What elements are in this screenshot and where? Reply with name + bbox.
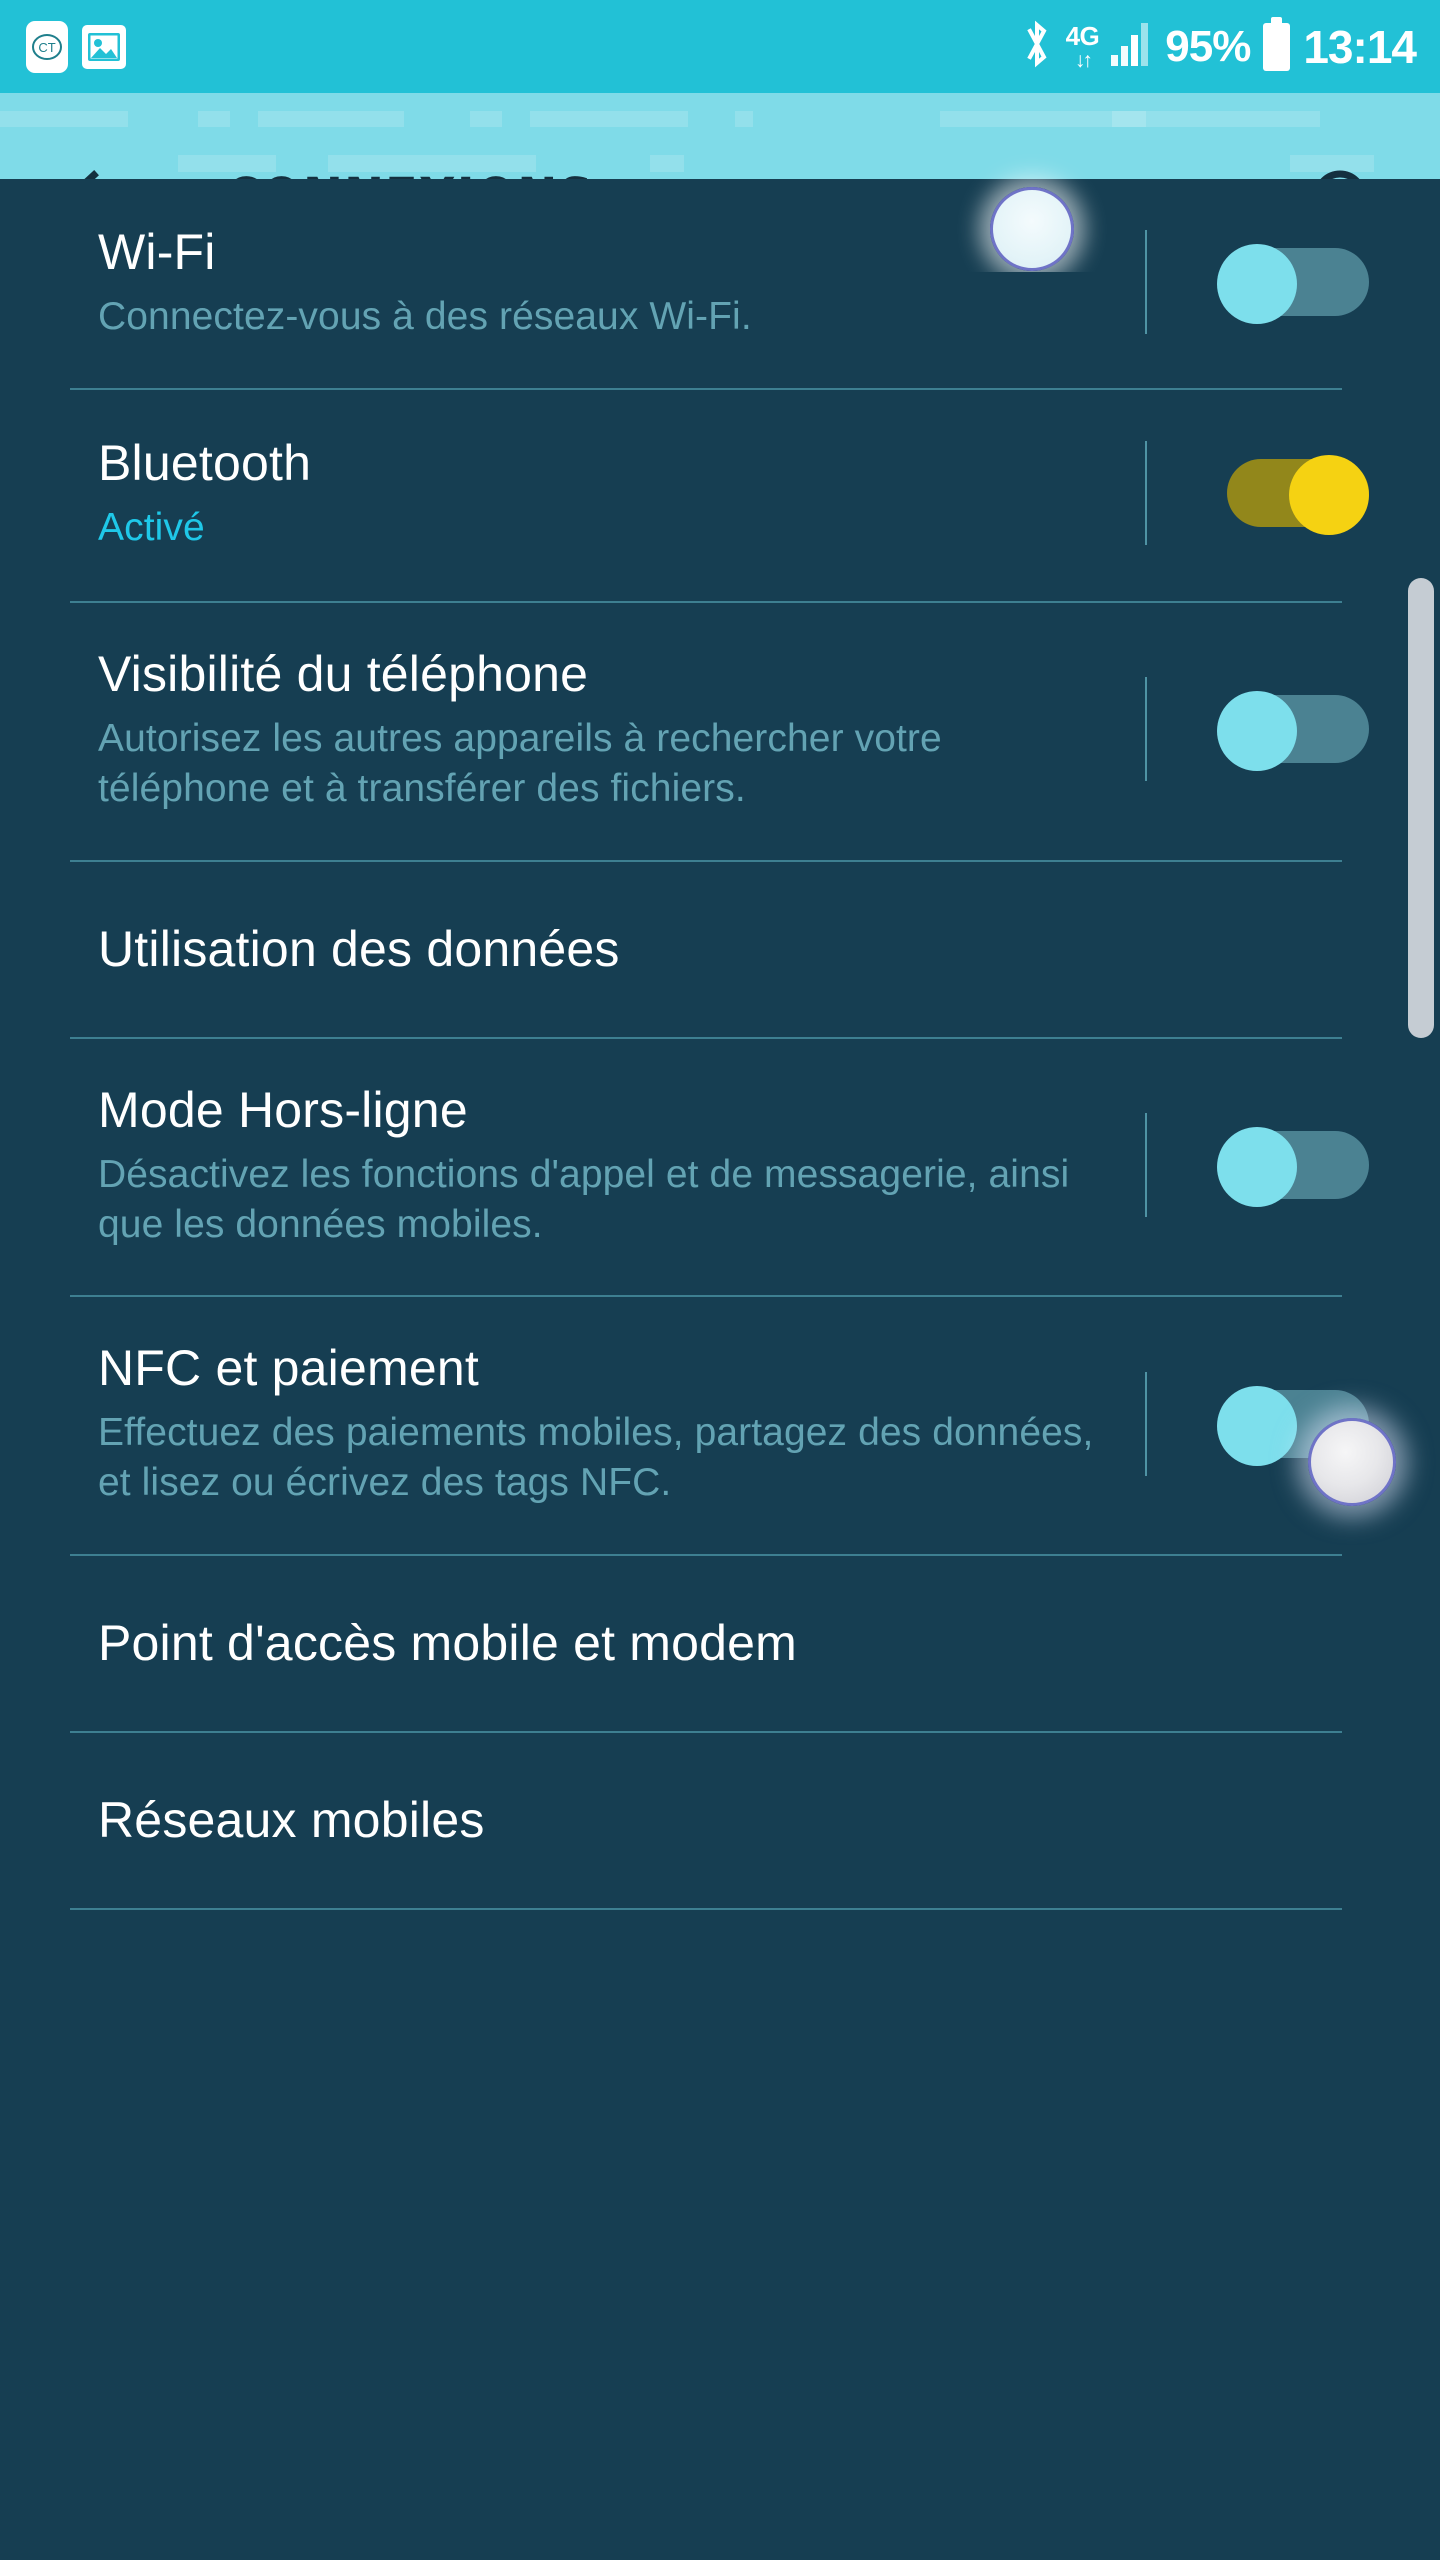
toggle-container [1145,223,1440,342]
status-bar-left-icons: CT [26,20,126,73]
airplane-mode-toggle[interactable] [1216,1127,1369,1208]
row-text: Point d'accès mobile et modem [98,1614,1440,1673]
status-bar-right-icons: 4G ↓↑ 95% 13:14 [1021,16,1417,75]
toggle-knob [1216,1127,1297,1208]
toggle-knob [1216,244,1297,325]
clock-label: 13:14 [1303,20,1417,73]
toggle-container [1145,434,1440,553]
settings-row-bluetooth[interactable]: Bluetooth Activé [0,390,1440,601]
row-title: Wi-Fi [98,224,216,280]
settings-list: Wi-Fi Connectez-vous à des réseaux Wi-Fi… [0,179,1440,2560]
status-bar: CT 4G ↓↑ 95% 13:14 [0,0,1440,93]
toggle-separator [1145,441,1147,546]
row-text: Réseaux mobiles [98,1791,1440,1850]
row-title: NFC et paiement [98,1340,479,1397]
row-text: Mode Hors-ligne Désactivez les fonctions… [98,1081,1145,1250]
toggle-knob [1288,455,1369,536]
settings-row-mobile-hotspot[interactable]: Point d'accès mobile et modem [0,1556,1440,1731]
network-4g-icon: 4G ↓↑ [1066,23,1100,71]
row-text: Bluetooth Activé [98,434,1145,553]
settings-row-airplane-mode[interactable]: Mode Hors-ligne Désactivez les fonctions… [0,1039,1440,1296]
image-icon [82,24,126,69]
settings-row-nfc-payment[interactable]: NFC et paiement Effectuez des paiements … [0,1297,1440,1554]
row-title: Réseaux mobiles [98,1792,485,1849]
toggle-knob [1216,691,1297,772]
row-subtitle: Activé [98,505,205,549]
row-subtitle: Autorisez les autres appareils à recherc… [98,716,942,810]
row-title: Point d'accès mobile et modem [98,1615,798,1672]
battery-icon [1263,16,1291,71]
ct-badge-icon: CT [26,20,68,73]
scrollbar[interactable] [1408,578,1434,1038]
touch-indicator-header [990,187,1074,271]
row-title: Utilisation des données [98,920,620,977]
signal-bars-icon [1110,21,1152,72]
row-text: Wi-Fi Connectez-vous à des réseaux Wi-Fi… [98,223,1145,342]
row-title: Mode Hors-ligne [98,1081,468,1138]
phone-visibility-toggle[interactable] [1216,691,1369,772]
settings-row-phone-visibility[interactable]: Visibilité du téléphone Autorisez les au… [0,603,1440,860]
toggle-separator [1145,1113,1147,1218]
touch-indicator-nfc [1307,1417,1396,1506]
wifi-toggle[interactable] [1216,244,1369,325]
toggle-container [1145,645,1440,814]
toggle-separator [1145,1371,1147,1476]
row-subtitle: Effectuez des paiements mobiles, partage… [98,1411,1094,1505]
data-arrows-icon: ↓↑ [1074,48,1093,72]
battery-percent-label: 95% [1165,21,1251,71]
settings-row-mobile-networks[interactable]: Réseaux mobiles [0,1733,1440,1908]
toggle-knob [1216,1385,1297,1466]
settings-row-wifi[interactable]: Wi-Fi Connectez-vous à des réseaux Wi-Fi… [0,179,1440,388]
toggle-separator [1145,677,1147,782]
row-subtitle: Connectez-vous à des réseaux Wi-Fi. [98,295,752,338]
row-text: Visibilité du téléphone Autorisez les au… [98,645,1145,814]
row-title: Visibilité du téléphone [98,645,589,702]
bluetooth-toggle[interactable] [1217,455,1369,536]
divider [70,1908,1342,1911]
svg-text:CT: CT [38,40,55,55]
toggle-container [1145,1081,1440,1250]
row-subtitle: Désactivez les fonctions d'appel et de m… [98,1152,1070,1246]
toggle-container [1145,1339,1440,1508]
row-text: Utilisation des données [98,920,1440,979]
settings-row-data-usage[interactable]: Utilisation des données [0,862,1440,1037]
row-title: Bluetooth [98,434,312,491]
bluetooth-icon [1021,18,1053,75]
network-4g-label: 4G [1065,20,1100,51]
row-text: NFC et paiement Effectuez des paiements … [98,1339,1145,1508]
toggle-separator [1145,230,1147,335]
